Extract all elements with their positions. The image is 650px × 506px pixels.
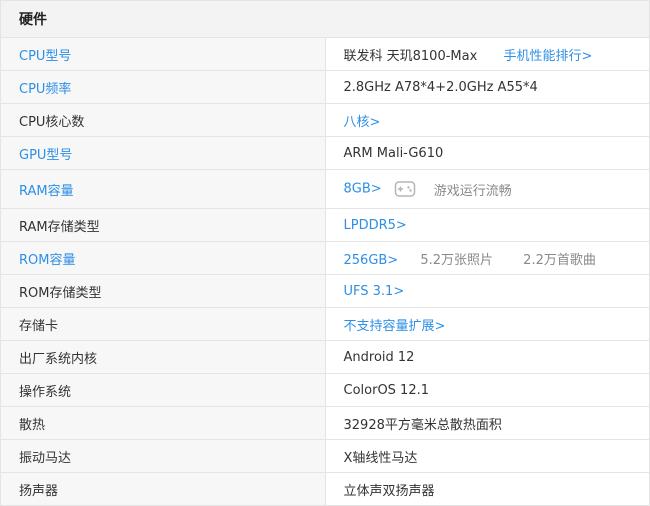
rom-capacity-label[interactable]: ROM容量	[0, 241, 326, 275]
hardware-spec-table: 硬件 CPU型号 联发科 天玑8100-Max 手机性能排行> CPU频率 2.…	[0, 0, 650, 506]
game-performance-text: 游戏运行流畅	[433, 183, 512, 199]
cooling-label: 散热	[0, 406, 326, 440]
spec-row-cpu-model: CPU型号 联发科 天玑8100-Max 手机性能排行>	[0, 37, 650, 71]
cpu-cores-value-link[interactable]: 八核>	[344, 115, 381, 130]
section-title: 硬件	[0, 0, 650, 38]
vibration-motor-label: 振动马达	[0, 439, 326, 473]
spec-row-cpu-cores: CPU核心数 八核>	[0, 103, 650, 137]
rom-type-value-link[interactable]: UFS 3.1>	[344, 284, 405, 299]
spec-row-rom: ROM容量 256GB> 5.2万张照片 2.2万首歌曲	[0, 241, 650, 275]
spec-row-gpu-model: GPU型号 ARM Mali-G610	[0, 136, 650, 170]
ram-type-label: RAM存储类型	[0, 208, 326, 242]
cpu-model-label[interactable]: CPU型号	[0, 37, 326, 71]
os-value: ColorOS 12.1	[324, 373, 650, 407]
spec-row-rom-type: ROM存储类型 UFS 3.1>	[0, 274, 650, 308]
rom-photo-count: 5.2万张照片	[420, 252, 494, 268]
storage-card-label: 存储卡	[0, 307, 326, 341]
os-kernel-value: Android 12	[324, 340, 650, 374]
spec-row-os-kernel: 出厂系统内核 Android 12	[0, 340, 650, 374]
os-label: 操作系统	[0, 373, 326, 407]
ram-type-value-link[interactable]: LPDDR5>	[344, 218, 407, 233]
storage-card-value-link[interactable]: 不支持容量扩展>	[344, 319, 446, 334]
game-performance-badge: 游戏运行流畅	[394, 178, 512, 200]
spec-row-vibration-motor: 振动马达 X轴线性马达	[0, 439, 650, 473]
rom-type-label: ROM存储类型	[0, 274, 326, 308]
cpu-model-value-cell: 联发科 天玑8100-Max 手机性能排行>	[324, 37, 650, 71]
rom-capacity-value-cell: 256GB> 5.2万张照片 2.2万首歌曲	[324, 241, 650, 275]
cpu-model-value: 联发科 天玑8100-Max	[343, 48, 478, 64]
cooling-value: 32928平方毫米总散热面积	[324, 406, 650, 440]
spec-row-cooling: 散热 32928平方毫米总散热面积	[0, 406, 650, 440]
rom-song-count: 2.2万首歌曲	[523, 252, 596, 268]
cpu-cores-label: CPU核心数	[0, 103, 326, 137]
rom-capacity-value-link[interactable]: 256GB>	[344, 253, 399, 268]
spec-row-os: 操作系统 ColorOS 12.1	[0, 373, 650, 407]
cpu-cores-value-cell: 八核>	[324, 103, 650, 137]
gpu-model-label[interactable]: GPU型号	[0, 136, 326, 170]
phone-performance-ranking-link[interactable]: 手机性能排行>	[503, 49, 592, 64]
cpu-frequency-value: 2.8GHz A78*4+2.0GHz A55*4	[324, 70, 650, 104]
rom-type-value-cell: UFS 3.1>	[324, 274, 650, 308]
cpu-frequency-label[interactable]: CPU频率	[0, 70, 326, 104]
spec-row-storage-card: 存储卡 不支持容量扩展>	[0, 307, 650, 341]
section-header-row: 硬件	[0, 0, 650, 38]
ram-capacity-value-cell: 8GB> 游戏运行流畅	[324, 169, 650, 209]
os-kernel-label: 出厂系统内核	[0, 340, 326, 374]
ram-capacity-value-link[interactable]: 8GB>	[344, 182, 382, 197]
gpu-model-value: ARM Mali-G610	[324, 136, 650, 170]
spec-row-ram-type: RAM存储类型 LPDDR5>	[0, 208, 650, 242]
vibration-motor-value: X轴线性马达	[324, 439, 650, 473]
ram-type-value-cell: LPDDR5>	[324, 208, 650, 242]
storage-card-value-cell: 不支持容量扩展>	[324, 307, 650, 341]
ram-capacity-label[interactable]: RAM容量	[0, 169, 326, 209]
spec-row-ram: RAM容量 8GB> 游戏运行流畅	[0, 169, 650, 209]
gamepad-icon	[394, 178, 416, 200]
spec-row-cpu-frequency: CPU频率 2.8GHz A78*4+2.0GHz A55*4	[0, 70, 650, 104]
